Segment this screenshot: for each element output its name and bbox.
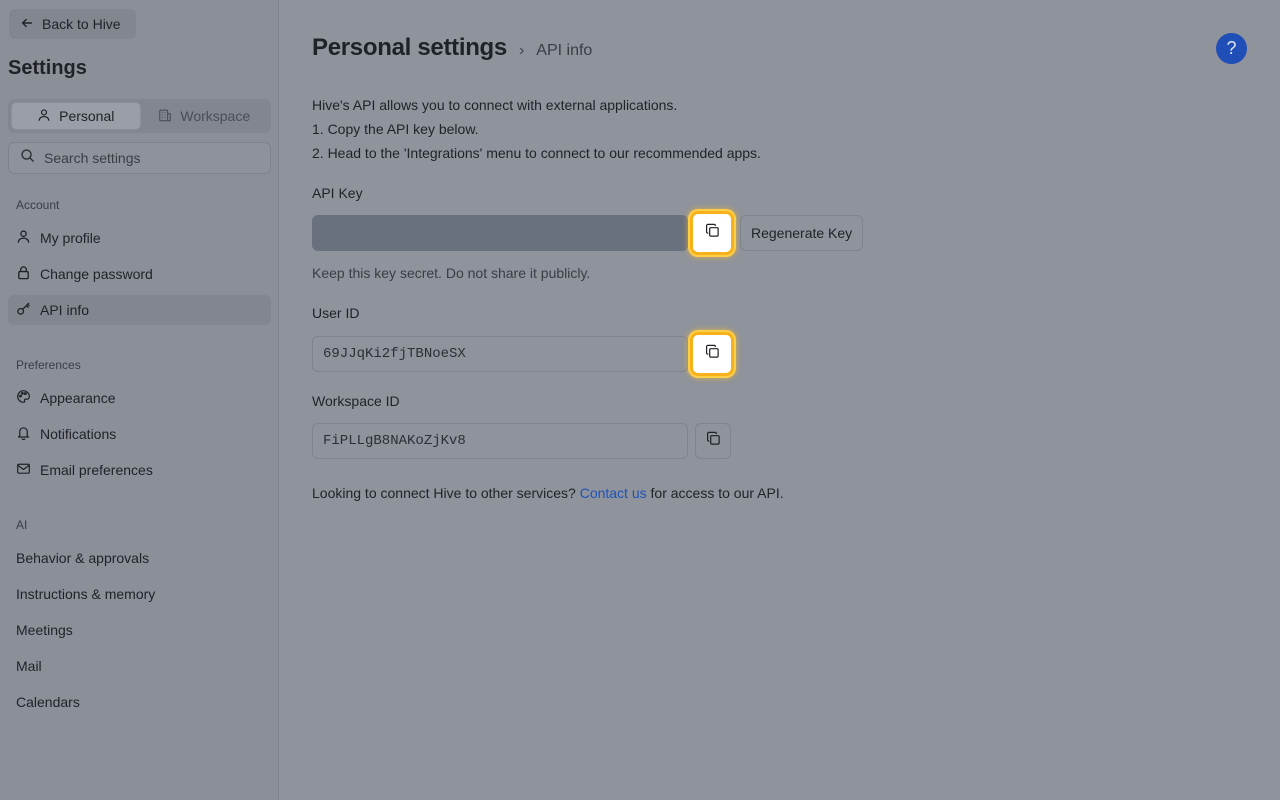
search-box <box>8 142 271 174</box>
footer-suffix: for access to our API. <box>650 485 784 501</box>
sidebar-item-label: Email preferences <box>40 462 153 478</box>
back-to-hive-button[interactable]: Back to Hive <box>9 9 136 39</box>
sidebar-item-label: Notifications <box>40 426 117 442</box>
sidebar-item-appearance[interactable]: Appearance <box>8 383 271 413</box>
api-key-field[interactable] <box>312 215 688 251</box>
tab-workspace[interactable]: Workspace <box>141 102 269 130</box>
copy-api-key-button[interactable] <box>690 211 734 255</box>
intro-line: Hive's API allows you to connect with ex… <box>312 97 678 113</box>
lock-icon <box>16 265 31 283</box>
section-label-ai: AI <box>16 518 28 532</box>
sidebar-item-email-preferences[interactable]: Email preferences <box>8 455 271 485</box>
sidebar-item-my-profile[interactable]: My profile <box>8 223 271 253</box>
search-input[interactable] <box>44 150 244 166</box>
settings-title: Settings <box>8 57 87 79</box>
sidebar-item-label: Instructions & memory <box>16 586 156 602</box>
api-contact-text: Looking to connect Hive to other service… <box>312 485 784 501</box>
question-icon: ? <box>1226 38 1237 58</box>
breadcrumb-current: API info <box>536 42 593 59</box>
sidebar-item-notifications[interactable]: Notifications <box>8 419 271 449</box>
sidebar-item-behavior-approvals[interactable]: Behavior & approvals <box>8 543 271 573</box>
breadcrumb: Personal settings › API info <box>312 34 592 62</box>
help-button[interactable]: ? <box>1216 33 1247 64</box>
sidebar-item-label: Meetings <box>16 622 73 638</box>
tab-personal-label: Personal <box>59 108 115 124</box>
search-icon <box>20 148 35 168</box>
intro-text: Hive's API allows you to connect with ex… <box>312 93 761 165</box>
regenerate-key-button[interactable]: Regenerate Key <box>740 215 864 251</box>
page-title[interactable]: Personal settings <box>312 34 507 62</box>
copy-icon <box>705 344 720 364</box>
tab-workspace-label: Workspace <box>180 108 251 124</box>
sidebar-item-mail[interactable]: Mail <box>8 651 271 681</box>
api-key-label: API Key <box>312 185 363 201</box>
copy-user-id-button[interactable] <box>690 332 734 376</box>
user-id-field[interactable]: 69JJqKi2fjTBNoeSX <box>312 336 688 372</box>
sidebar: Back to Hive Settings Personal Workspace <box>0 0 279 800</box>
mail-icon <box>16 461 31 479</box>
arrow-left-icon <box>20 16 34 33</box>
app-window: Back to Hive Settings Personal Workspace <box>0 0 1280 800</box>
main-content: Personal settings › API info ? Hive's AP… <box>279 0 1280 800</box>
sidebar-item-label: API info <box>40 302 90 318</box>
tab-personal[interactable]: Personal <box>11 102 141 130</box>
sidebar-item-instructions-memory[interactable]: Instructions & memory <box>8 579 271 609</box>
building-icon <box>158 108 172 125</box>
workspace-id-field[interactable]: FiPLLgB8NAKoZjKv8 <box>312 423 688 459</box>
key-icon <box>16 301 31 319</box>
sidebar-item-change-password[interactable]: Change password <box>8 259 271 289</box>
copy-workspace-id-button[interactable] <box>695 423 731 459</box>
workspace-id-label: Workspace ID <box>312 393 400 409</box>
copy-icon <box>706 431 721 451</box>
section-label-account: Account <box>16 198 60 212</box>
footer-prefix: Looking to connect Hive to other service… <box>312 485 576 501</box>
sidebar-item-label: Mail <box>16 658 42 674</box>
copy-icon <box>705 223 720 243</box>
sidebar-item-api-info[interactable]: API info <box>8 295 271 325</box>
sidebar-item-label: Behavior & approvals <box>16 550 150 566</box>
bell-icon <box>16 425 31 443</box>
sidebar-item-label: Appearance <box>40 390 116 406</box>
contact-us-link[interactable]: Contact us <box>580 485 647 501</box>
back-label: Back to Hive <box>42 16 121 32</box>
intro-line: 2. Head to the 'Integrations' menu to co… <box>312 145 761 161</box>
scope-toggle: Personal Workspace <box>8 99 271 133</box>
user-id-label: User ID <box>312 305 360 321</box>
sidebar-item-label: Change password <box>40 266 153 282</box>
person-icon <box>16 229 31 247</box>
person-icon <box>37 108 51 125</box>
sidebar-item-label: My profile <box>40 230 101 246</box>
sidebar-item-meetings[interactable]: Meetings <box>8 615 271 645</box>
palette-icon <box>16 389 31 407</box>
section-label-preferences: Preferences <box>16 358 81 372</box>
sidebar-item-calendars[interactable]: Calendars <box>8 687 271 717</box>
api-key-hint: Keep this key secret. Do not share it pu… <box>312 265 591 281</box>
intro-line: 1. Copy the API key below. <box>312 121 479 137</box>
chevron-right-icon: › <box>518 42 525 59</box>
sidebar-item-label: Calendars <box>16 694 80 710</box>
